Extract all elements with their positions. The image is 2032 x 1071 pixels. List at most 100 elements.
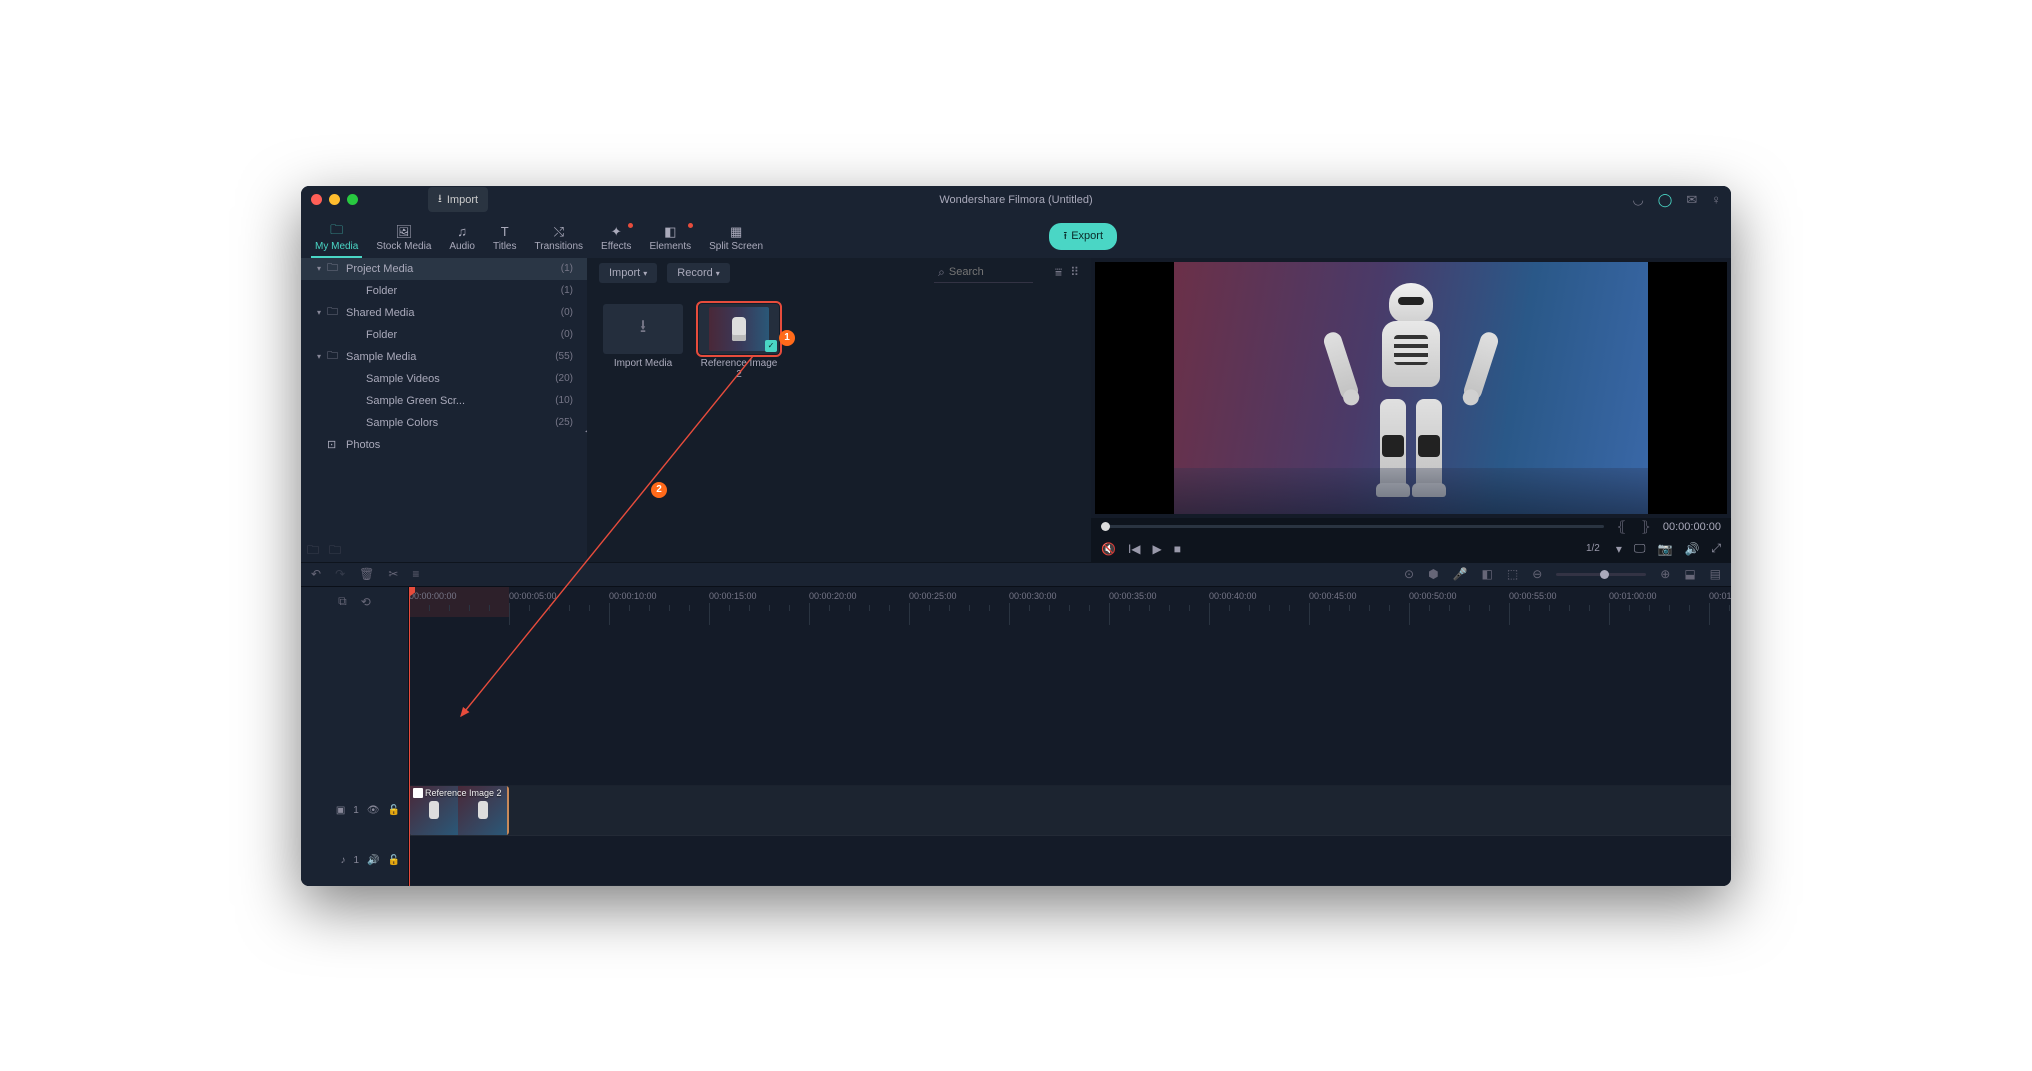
render-icon[interactable]: ⊙ <box>1404 567 1414 581</box>
grid-view-icon[interactable]: ⠿ <box>1070 265 1079 280</box>
app-window: ⭳ Import Wondershare Filmora (Untitled) … <box>301 186 1731 886</box>
media-tile-ref2[interactable]: ✓ Reference Image 2 1 <box>699 304 779 380</box>
shapes-icon: ◧ <box>664 225 676 239</box>
tracks-area[interactable]: 00:00:00:0000:00:05:0000:00:10:0000:00:1… <box>409 587 1731 886</box>
tab-split-screen[interactable]: ▦Split Screen <box>701 221 771 258</box>
stop-icon[interactable]: ■ <box>1174 542 1181 556</box>
settings-icon[interactable]: ≡ <box>412 567 419 581</box>
tab-stock-media[interactable]: 🖼Stock Media <box>368 221 439 258</box>
redo-icon[interactable]: ↷ <box>335 567 345 581</box>
clip-label: Reference Image 2 <box>413 788 502 798</box>
media-tree: ▾🗀Project Media(1)Folder(1)▾🗀Shared Medi… <box>301 258 587 542</box>
undo-icon[interactable]: ↶ <box>311 567 321 581</box>
tile-label: Reference Image 2 <box>699 358 779 380</box>
import-button[interactable]: ⭳ Import <box>428 187 488 212</box>
fullscreen-icon[interactable]: ⤢ <box>1711 541 1721 556</box>
play-icon[interactable]: ▶ <box>1153 542 1162 556</box>
link-icon[interactable]: ⧉ <box>338 594 347 609</box>
tree-row[interactable]: ▾🗀Sample Media(55) <box>301 346 587 368</box>
import-media-tile[interactable]: ⭳ Import Media <box>603 304 683 369</box>
tree-row[interactable]: ▾🗀Shared Media(0) <box>301 302 587 324</box>
audio-track-head[interactable]: ♪1 🔊 🔓 <box>301 836 408 886</box>
zoom-slider[interactable] <box>1556 573 1646 576</box>
export-button[interactable]: ⭱Export <box>1049 223 1117 250</box>
chevron-down-icon[interactable]: ▾ <box>1616 542 1622 556</box>
speaker-icon[interactable]: 🔊 <box>367 855 379 866</box>
prev-segment-icon[interactable]: ⦃ <box>1614 518 1628 535</box>
crop-icon[interactable]: ⬚ <box>1507 567 1518 581</box>
annotation-step-2: 2 <box>651 482 667 498</box>
monitor-icon[interactable]: 🖵 <box>1634 541 1646 556</box>
tree-row[interactable]: Folder(0) <box>301 324 587 346</box>
close-button[interactable] <box>311 194 322 205</box>
tab-audio[interactable]: ♫Audio <box>441 221 483 258</box>
eye-icon[interactable]: 👁 <box>367 805 380 816</box>
message-icon[interactable]: ✉ <box>1686 192 1697 208</box>
scrubber-row: ⦃ ⦄ 00:00:00:00 <box>1091 518 1731 536</box>
tree-row[interactable]: Folder(1) <box>301 280 587 302</box>
image-icon: 🖼 <box>396 225 413 239</box>
playhead[interactable] <box>409 587 410 886</box>
tab-elements[interactable]: ◧Elements <box>641 221 699 258</box>
magnet-icon[interactable]: ⟲ <box>361 595 371 609</box>
filter-icon[interactable]: ⩸ <box>1055 265 1062 280</box>
cloud-sync-icon[interactable]: ◯ <box>1658 192 1673 208</box>
search-input[interactable] <box>949 266 1029 278</box>
badge-dot <box>688 223 693 228</box>
tab-transitions[interactable]: ⤭Transitions <box>527 221 592 258</box>
timeline-clip[interactable]: Reference Image 2 <box>409 786 509 835</box>
delete-icon[interactable]: 🗑 <box>359 567 374 581</box>
minimize-button[interactable] <box>329 194 340 205</box>
tab-titles[interactable]: TTitles <box>485 221 525 258</box>
new-folder-plus-icon[interactable]: 🗀 <box>329 541 341 562</box>
tree-row[interactable]: Sample Colors(25) <box>301 412 587 434</box>
grid-icon: ▦ <box>730 225 742 239</box>
next-segment-icon[interactable]: ⦄ <box>1639 518 1653 535</box>
audio-track-1[interactable] <box>409 836 1731 886</box>
folder-icon: 🗀 <box>330 225 343 239</box>
tree-row[interactable]: ⊡Photos <box>301 434 587 456</box>
scrubber[interactable] <box>1101 525 1604 528</box>
notification-icon[interactable]: ♀ <box>1711 192 1721 208</box>
marker-icon[interactable]: ⬢ <box>1428 567 1438 581</box>
zoom-out-icon[interactable]: ⊖ <box>1532 567 1542 581</box>
zoom-in-icon[interactable]: ⊕ <box>1660 567 1670 581</box>
scrubber-handle[interactable] <box>1101 522 1110 531</box>
tree-row[interactable]: Sample Green Scr...(10) <box>301 390 587 412</box>
track-spacer <box>301 617 408 786</box>
lock-icon[interactable]: 🔓 <box>388 855 400 866</box>
volume-icon[interactable]: 🔊 <box>1684 542 1699 556</box>
tab-effects[interactable]: ✦Effects <box>593 221 639 258</box>
preview-panel: ⦃ ⦄ 00:00:00:00 🔇 I◀ ▶ ■ 1/2 ▾ 🖵 📷 🔊 ⤢ <box>1091 258 1731 562</box>
cut-icon[interactable]: ✂ <box>388 567 398 581</box>
preview-scene <box>1174 262 1648 514</box>
record-dropdown[interactable]: Record ▾ <box>667 263 730 283</box>
account-icon[interactable]: ◡ <box>1632 192 1643 208</box>
timeline-toolbar: ↶ ↷ 🗑 ✂ ≡ ⊙ ⬢ 🎤 ◧ ⬚ ⊖ ⊕ ⬓ ▤ <box>301 562 1731 586</box>
zoom-fit-icon[interactable]: ⬓ <box>1684 567 1695 581</box>
timeline-view-icon[interactable]: ▤ <box>1710 567 1721 581</box>
tab-my-media[interactable]: 🗀My Media <box>307 221 366 258</box>
track-headers: ⧉ ⟲ ▣1 👁 🔓 ♪1 🔊 🔓 <box>301 587 409 886</box>
timeline-ruler[interactable]: 00:00:00:0000:00:05:0000:00:10:0000:00:1… <box>409 587 1731 617</box>
maximize-button[interactable] <box>347 194 358 205</box>
step-back-icon[interactable]: I◀ <box>1128 542 1141 556</box>
voiceover-icon[interactable]: 🎤 <box>1453 567 1468 581</box>
lock-icon[interactable]: 🔓 <box>388 805 400 816</box>
sparkle-icon: ✦ <box>611 225 622 239</box>
video-track-head[interactable]: ▣1 👁 🔓 <box>301 786 408 836</box>
import-dropdown[interactable]: Import ▾ <box>599 263 657 283</box>
tile-thumbnail: ✓ <box>699 304 779 354</box>
titlebar: ⭳ Import Wondershare Filmora (Untitled) … <box>301 186 1731 214</box>
new-folder-icon[interactable]: 🗀 <box>307 541 319 562</box>
empty-track-lane[interactable] <box>409 617 1731 786</box>
tree-row[interactable]: Sample Videos(20) <box>301 368 587 390</box>
mixer-icon[interactable]: ◧ <box>1482 567 1493 581</box>
video-track-1[interactable]: Reference Image 2 <box>409 786 1731 836</box>
mute-icon[interactable]: 🔇 <box>1101 542 1116 556</box>
transport-controls: 🔇 I◀ ▶ ■ 1/2 ▾ 🖵 📷 🔊 ⤢ <box>1091 536 1731 562</box>
snapshot-icon[interactable]: 📷 <box>1657 542 1672 556</box>
preview-canvas[interactable] <box>1095 262 1727 514</box>
import-placeholder: ⭳ <box>603 304 683 354</box>
tree-row[interactable]: ▾🗀Project Media(1) <box>301 258 587 280</box>
